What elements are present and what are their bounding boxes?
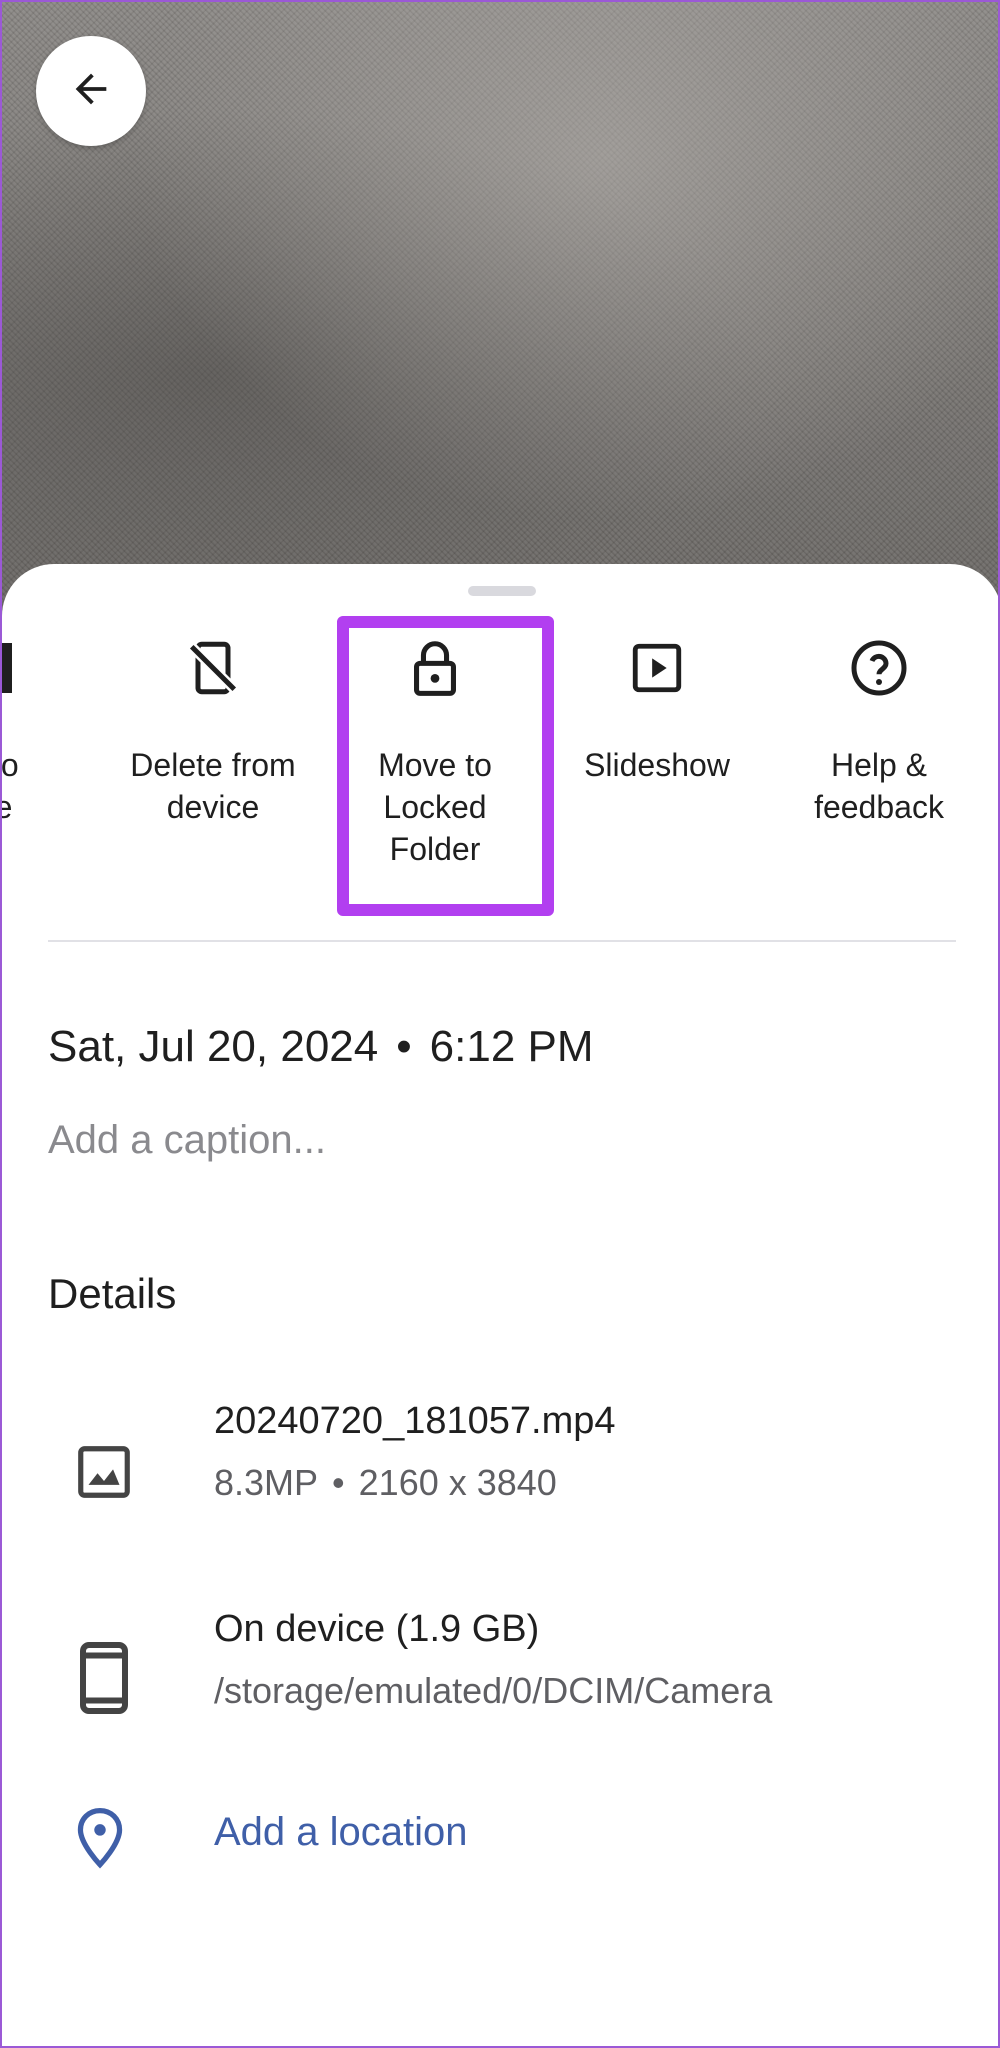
back-button[interactable] [36, 36, 146, 146]
file-name: 20240720_181057.mp4 [214, 1400, 616, 1442]
time-text: 6:12 PM [429, 1022, 594, 1071]
divider [48, 940, 956, 942]
caption-input[interactable] [48, 1118, 748, 1163]
file-meta: 8.3MP • 2160 x 3840 [214, 1462, 557, 1504]
phone-delete-icon [103, 636, 323, 700]
action-delete-from-device[interactable]: Delete from device [103, 564, 323, 894]
action-slideshow-label: Slideshow [584, 747, 730, 783]
details-heading: Details [48, 1270, 177, 1317]
help-icon [769, 636, 989, 700]
storage-path: /storage/emulated/0/DCIM/Camera [214, 1670, 773, 1711]
file-resolution: 2160 x 3840 [358, 1462, 557, 1503]
file-meta-separator: • [332, 1462, 345, 1503]
action-slideshow[interactable]: Slideshow [547, 564, 767, 894]
smartphone-icon [66, 1640, 142, 1716]
date-text: Sat, Jul 20, 2024 [48, 1022, 379, 1071]
action-archive[interactable]: e to ive [2, 564, 102, 894]
action-row[interactable]: e to ive Delete from device [2, 564, 998, 924]
image-icon [66, 1434, 142, 1510]
file-megapixels: 8.3MP [214, 1462, 319, 1503]
date-time-separator: • [396, 1022, 412, 1071]
action-delete-label: Delete from device [130, 747, 296, 825]
file-details-row: 20240720_181057.mp4 8.3MP • 2160 x 3840 [2, 1400, 998, 1540]
storage-title: On device (1.9 GB) [214, 1608, 540, 1650]
action-move-to-locked-folder[interactable]: Move to Locked Folder [325, 564, 545, 894]
action-help-feedback[interactable]: Help & feedback [769, 564, 989, 894]
archive-icon [2, 636, 102, 700]
slideshow-icon [547, 636, 767, 700]
screen-frame: e to ive Delete from device [0, 0, 1000, 2048]
action-archive-label: e to ive [2, 747, 19, 825]
location-row[interactable]: Add a location [2, 1800, 998, 1890]
action-locked-label: Move to Locked Folder [378, 747, 492, 867]
location-pin-icon [62, 1800, 138, 1876]
info-bottom-sheet: e to ive Delete from device [2, 564, 998, 2046]
photo-preview[interactable] [2, 2, 998, 622]
add-location-link[interactable]: Add a location [214, 1810, 468, 1855]
lock-icon [325, 636, 545, 700]
action-help-label: Help & feedback [814, 747, 944, 825]
date-time-heading: Sat, Jul 20, 2024 • 6:12 PM [48, 1022, 594, 1072]
storage-details-row: On device (1.9 GB) /storage/emulated/0/D… [2, 1608, 998, 1748]
arrow-left-icon [68, 66, 114, 117]
